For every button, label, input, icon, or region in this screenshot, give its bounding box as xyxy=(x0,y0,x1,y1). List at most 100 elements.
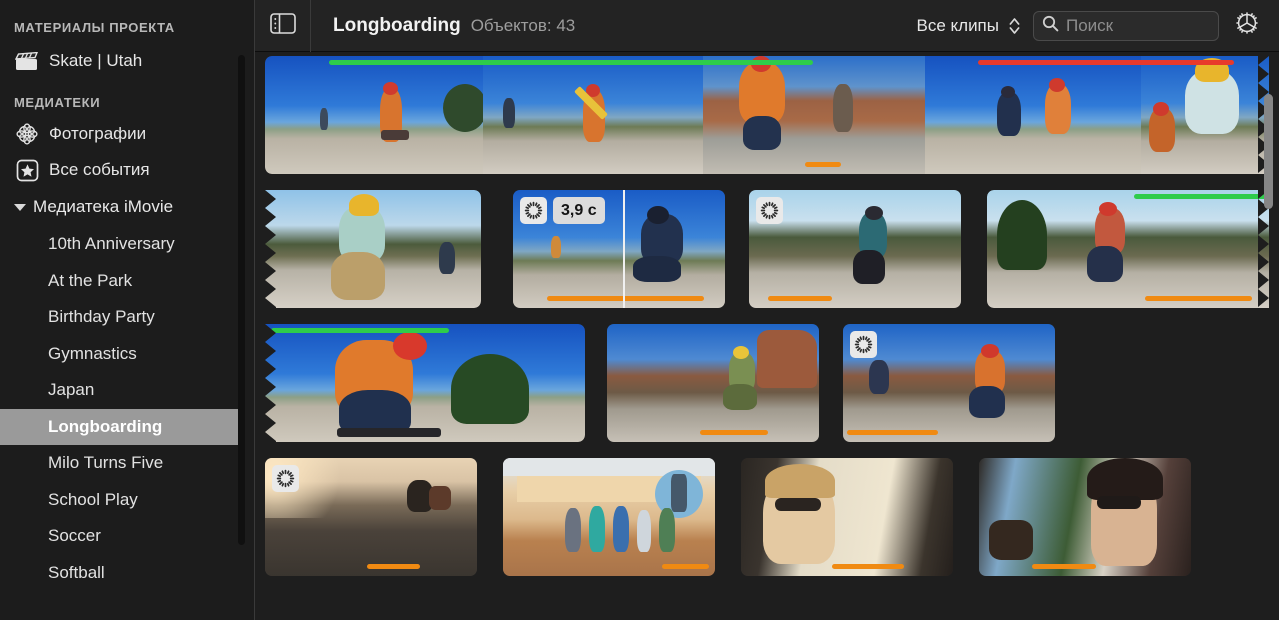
item-count-label: Объектов: 43 xyxy=(470,15,576,35)
sidebar-item-at-the-park[interactable]: At the Park xyxy=(0,263,238,300)
clip-thumbnail[interactable] xyxy=(703,56,925,174)
sidebar-item-label: Soccer xyxy=(48,526,101,546)
keyword-bar-green xyxy=(329,60,813,65)
clip-browser[interactable]: 3,9 с xyxy=(255,52,1279,620)
clip-badges: 3,9 с xyxy=(520,197,605,224)
sidebar-item-softball[interactable]: Softball xyxy=(0,555,238,592)
keyword-bar-green xyxy=(271,328,449,333)
favorite-bar xyxy=(700,430,769,435)
search-placeholder: Поиск xyxy=(1066,15,1114,35)
sidebar-item-label: Skate | Utah xyxy=(49,51,143,70)
sidebar-item-skate-utah[interactable]: Skate | Utah xyxy=(0,43,255,79)
processing-spinner-icon xyxy=(850,331,877,358)
sidebar-item-soccer[interactable]: Soccer xyxy=(0,518,238,555)
sidebar-item-label: Japan xyxy=(48,380,95,400)
sidebar-item-label: At the Park xyxy=(48,270,133,290)
favorite-bar xyxy=(366,564,420,569)
favorite-bar xyxy=(546,296,704,301)
photos-flower-icon xyxy=(14,123,40,145)
browser-header: Longboarding Объектов: 43 xyxy=(311,15,575,37)
page-title: Longboarding xyxy=(333,14,461,36)
clip-thumbnail[interactable] xyxy=(749,190,961,308)
favorite-bar xyxy=(847,430,939,435)
star-box-icon xyxy=(14,159,40,181)
clip-thumbnail[interactable] xyxy=(925,56,1141,174)
processing-spinner-icon xyxy=(272,465,299,492)
sidebar-section-libraries: МЕДИАТЕКИ xyxy=(14,95,101,110)
clip-badges xyxy=(756,197,783,224)
sidebar-toggle-button[interactable] xyxy=(255,0,311,52)
clapperboard-icon xyxy=(14,50,40,72)
clip-thumbnail[interactable] xyxy=(979,458,1191,576)
sidebar-item-label: Gymnastics xyxy=(48,343,137,363)
duration-badge: 3,9 с xyxy=(553,197,605,224)
playhead[interactable] xyxy=(623,190,625,308)
chevron-up-down-icon[interactable] xyxy=(1008,16,1021,36)
sidebar-group-imovie-library[interactable]: Медиатека iMovie xyxy=(0,188,255,226)
favorite-bar xyxy=(1144,296,1253,301)
sidebar-item-milo-turns-five[interactable]: Milo Turns Five xyxy=(0,445,238,482)
sidebar-item-japan[interactable]: Japan xyxy=(0,372,238,409)
sidebar-item-birthday-party[interactable]: Birthday Party xyxy=(0,299,238,336)
sidebar-item-gymnastics[interactable]: Gymnastics xyxy=(0,336,238,373)
search-input[interactable]: Поиск xyxy=(1033,10,1219,41)
sidebar-group-label: Медиатека iMovie xyxy=(33,197,174,216)
clip-filter-label[interactable]: Все клипы xyxy=(917,16,1000,36)
clip-thumbnail[interactable] xyxy=(741,458,953,576)
gear-icon xyxy=(1232,8,1262,43)
sidebar-scrollbar[interactable] xyxy=(238,55,245,545)
favorite-bar xyxy=(832,564,905,569)
search-icon xyxy=(1042,15,1059,37)
processing-spinner-icon xyxy=(520,197,547,224)
clip-thumbnail[interactable] xyxy=(503,458,715,576)
sidebar-item-label: Фотографии xyxy=(49,124,147,143)
sidebar-item-label: School Play xyxy=(48,489,138,509)
sidebar-item-longboarding[interactable]: Longboarding xyxy=(0,408,238,445)
sidebar-item-label: Birthday Party xyxy=(48,307,155,327)
browser-scrollbar[interactable] xyxy=(1264,94,1273,209)
toolbar-right-controls: Все клипы Поиск xyxy=(917,0,1279,52)
favorite-bar xyxy=(768,296,832,301)
favorite-bar xyxy=(662,564,709,569)
filmstrip-continuation-edge xyxy=(265,190,276,308)
clip-row xyxy=(265,56,1269,184)
rejected-bar-red xyxy=(978,60,1234,65)
clip-thumbnail[interactable] xyxy=(265,458,477,576)
sidebar-item-label: Milo Turns Five xyxy=(48,453,164,473)
clip-thumbnail[interactable] xyxy=(1141,56,1269,174)
sidebar-item-school-play[interactable]: School Play xyxy=(0,482,238,519)
clip-badges xyxy=(850,331,877,358)
sidebar-item-label: 10th Anniversary xyxy=(48,234,175,254)
settings-button[interactable] xyxy=(1225,0,1269,52)
imovie-window: МАТЕРИАЛЫ ПРОЕКТА Skate | Utah МЕДИАТЕКИ xyxy=(0,0,1279,620)
sidebar-section-project-media: МАТЕРИАЛЫ ПРОЕКТА xyxy=(14,20,175,35)
clip-thumbnail[interactable] xyxy=(607,324,819,442)
sidebar-item-all-events[interactable]: Все события xyxy=(0,152,255,188)
clip-thumbnail[interactable] xyxy=(987,190,1269,308)
favorite-bar xyxy=(805,162,841,167)
filmstrip-continuation-edge xyxy=(265,324,276,442)
sidebar-item-label: Все события xyxy=(49,160,150,179)
clip-thumbnail[interactable] xyxy=(265,190,481,308)
sidebar-item-label: Softball xyxy=(48,562,105,582)
sidebar-item-10th-anniversary[interactable]: 10th Anniversary xyxy=(0,226,238,263)
keyword-bar-green xyxy=(1133,194,1269,199)
clip-thumbnail[interactable]: 3,9 с xyxy=(513,190,725,308)
sidebar: МАТЕРИАЛЫ ПРОЕКТА Skate | Utah МЕДИАТЕКИ xyxy=(0,0,255,620)
clip-thumbnail[interactable] xyxy=(843,324,1055,442)
clip-thumbnail[interactable] xyxy=(265,56,483,174)
sidebar-item-photos[interactable]: Фотографии xyxy=(0,116,255,152)
processing-spinner-icon xyxy=(756,197,783,224)
clip-row xyxy=(265,458,1269,586)
main-panel: Longboarding Объектов: 43 Все клипы Поис… xyxy=(255,0,1279,620)
sidebar-panel-icon xyxy=(269,12,296,39)
clip-row: 3,9 с xyxy=(265,190,1269,318)
clip-row xyxy=(265,324,1269,452)
sidebar-item-label: Longboarding xyxy=(48,416,163,436)
toolbar: Longboarding Объектов: 43 Все клипы Поис… xyxy=(255,0,1279,52)
clip-thumbnail[interactable] xyxy=(483,56,703,174)
chevron-down-icon[interactable] xyxy=(14,203,26,211)
clip-badges xyxy=(272,465,299,492)
favorite-bar xyxy=(1032,564,1096,569)
clip-thumbnail[interactable] xyxy=(265,324,585,442)
